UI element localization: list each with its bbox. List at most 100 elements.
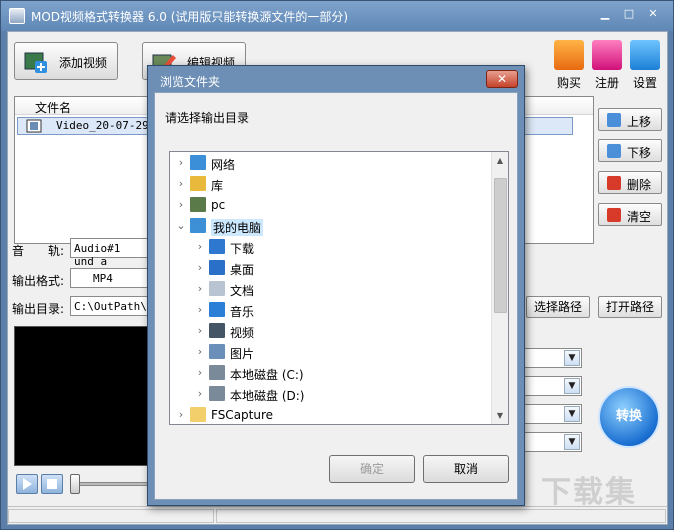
tree-item[interactable]: › 图片	[195, 342, 495, 362]
dialog-prompt: 请选择输出目录	[165, 111, 250, 125]
minimize-icon[interactable]: ▁	[595, 7, 615, 23]
picture-icon	[209, 344, 225, 359]
arrow-up-icon	[607, 113, 621, 127]
chevron-right-icon[interactable]: ›	[195, 303, 205, 316]
param-select-4[interactable]: ▼	[524, 432, 582, 452]
status-segment	[216, 509, 666, 523]
chevron-right-icon[interactable]: ›	[195, 366, 205, 379]
dialog-close-button[interactable]: ✕	[486, 70, 518, 88]
film-icon	[26, 119, 42, 133]
add-video-label: 添加视频	[59, 56, 108, 70]
chevron-right-icon[interactable]: ›	[195, 282, 205, 295]
tree-item-label: 库	[211, 179, 224, 193]
chevron-right-icon[interactable]: ›	[176, 177, 186, 190]
tools-icon[interactable]	[630, 40, 660, 70]
tree-item[interactable]: › 下载	[195, 237, 495, 257]
tree-item[interactable]: › 文档	[195, 279, 495, 299]
folder-tree[interactable]: › 网络 › 库 › pc ⌄ 我的电脑 › 下载 › 桌面 › 文档 › 音乐 › 视频 › 图片 › 本地磁盘 (C:…	[169, 151, 509, 425]
tree-item-label: 音乐	[230, 305, 255, 319]
move-up-button[interactable]: 上移	[598, 108, 662, 131]
tree-item[interactable]: ⌄ 我的电脑	[176, 216, 476, 236]
chevron-right-icon[interactable]: ›	[176, 156, 186, 169]
document-icon	[209, 281, 225, 296]
audio-track-select[interactable]: Audio#1 und a	[70, 238, 150, 268]
tree-item-label: 视频	[230, 326, 255, 340]
scrollbar-thumb[interactable]	[494, 178, 507, 313]
tree-item-label: 网络	[211, 158, 236, 172]
output-format-select[interactable]: MP4	[70, 268, 150, 288]
seek-slider-thumb[interactable]	[70, 474, 80, 494]
scroll-up-icon[interactable]: ▲	[492, 152, 508, 169]
lock-icon[interactable]	[592, 40, 622, 70]
status-segment	[8, 509, 214, 523]
param-select-3[interactable]: ▼	[524, 404, 582, 424]
chevron-right-icon[interactable]: ›	[195, 387, 205, 400]
folder-icon	[190, 407, 206, 422]
close-icon[interactable]: ✕	[643, 7, 663, 23]
cancel-button[interactable]: 取消	[423, 455, 509, 483]
stop-button[interactable]	[41, 474, 63, 494]
output-format-value: MP4	[93, 272, 113, 285]
tree-item[interactable]: › 网络	[176, 153, 476, 173]
chevron-down-icon[interactable]: ⌄	[176, 219, 186, 232]
tree-item[interactable]: › 视频	[195, 321, 495, 341]
music-icon	[209, 302, 225, 317]
clear-icon	[607, 208, 621, 222]
scroll-down-icon[interactable]: ▼	[492, 407, 508, 424]
cart-icon[interactable]	[554, 40, 584, 70]
clear-label: 清空	[627, 210, 652, 224]
tree-item-label: FSCapture	[211, 408, 274, 422]
play-icon	[23, 478, 32, 490]
video-icon	[209, 323, 225, 338]
disk-c-icon	[209, 365, 225, 380]
delete-label: 删除	[627, 178, 652, 192]
move-down-button[interactable]: 下移	[598, 139, 662, 162]
maximize-icon[interactable]: □	[619, 7, 639, 23]
move-down-label: 下移	[627, 146, 652, 160]
play-button[interactable]	[16, 474, 38, 494]
desktop-icon	[209, 260, 225, 275]
tree-item[interactable]: › 桌面	[195, 258, 495, 278]
convert-button[interactable]: 转换	[598, 386, 660, 448]
tree-item[interactable]: › 音乐	[195, 300, 495, 320]
tree-scrollbar[interactable]: ▲ ▼	[491, 152, 508, 424]
tree-item-label: pc	[211, 198, 226, 212]
tree-item-label: 文档	[230, 284, 255, 298]
param-select-1[interactable]: ▼	[524, 348, 582, 368]
tree-item[interactable]: › 本地磁盘 (D:)	[195, 384, 495, 404]
tree-item-label: 本地磁盘 (D:)	[230, 389, 305, 403]
tree-item-label: 下载	[230, 242, 255, 256]
dialog-body: 请选择输出目录 › 网络 › 库 › pc ⌄ 我的电脑 › 下载 › 桌面 › 文档 › 音乐 › 视频 › 图片 ›…	[154, 92, 518, 500]
delete-button[interactable]: 删除	[598, 171, 662, 194]
chevron-right-icon[interactable]: ›	[195, 261, 205, 274]
chevron-right-icon[interactable]: ›	[176, 408, 186, 421]
stop-icon	[47, 479, 57, 489]
tree-item[interactable]: › FSCapture	[176, 405, 476, 424]
tree-item[interactable]: › 库	[176, 174, 476, 194]
title-bar[interactable]: MOD视频格式转换器 6.0 (试用版只能转换源文件的一部分) ▁ □ ✕	[1, 1, 673, 31]
computer-icon	[190, 218, 206, 233]
chevron-right-icon[interactable]: ›	[195, 324, 205, 337]
ok-button[interactable]: 确定	[329, 455, 415, 483]
choose-path-button[interactable]: 选择路径	[526, 296, 590, 318]
open-path-button[interactable]: 打开路径	[598, 296, 662, 318]
tree-item-label: 桌面	[230, 263, 255, 277]
tree-item[interactable]: › pc	[176, 195, 476, 215]
browse-folder-dialog: 浏览文件夹 ✕ 请选择输出目录 › 网络 › 库 › pc ⌄ 我的电脑 › 下载 › 桌面 › 文档 › 音…	[147, 65, 525, 506]
chevron-right-icon[interactable]: ›	[176, 198, 186, 211]
library-icon	[190, 176, 206, 191]
chevron-right-icon[interactable]: ›	[195, 345, 205, 358]
app-icon	[9, 8, 25, 24]
chevron-right-icon[interactable]: ›	[195, 240, 205, 253]
move-up-label: 上移	[627, 115, 652, 129]
param-select-2[interactable]: ▼	[524, 376, 582, 396]
clear-button[interactable]: 清空	[598, 203, 662, 226]
disk-d-icon	[209, 386, 225, 401]
tree-item[interactable]: › 本地磁盘 (C:)	[195, 363, 495, 383]
output-dir-field[interactable]: C:\OutPath\	[70, 296, 150, 316]
dialog-title: 浏览文件夹	[160, 75, 221, 89]
settings-button[interactable]: 设置	[623, 74, 667, 91]
user-icon	[190, 197, 206, 212]
add-video-button[interactable]: 添加视频	[14, 42, 118, 80]
tree-item-label: 我的电脑	[211, 219, 264, 236]
